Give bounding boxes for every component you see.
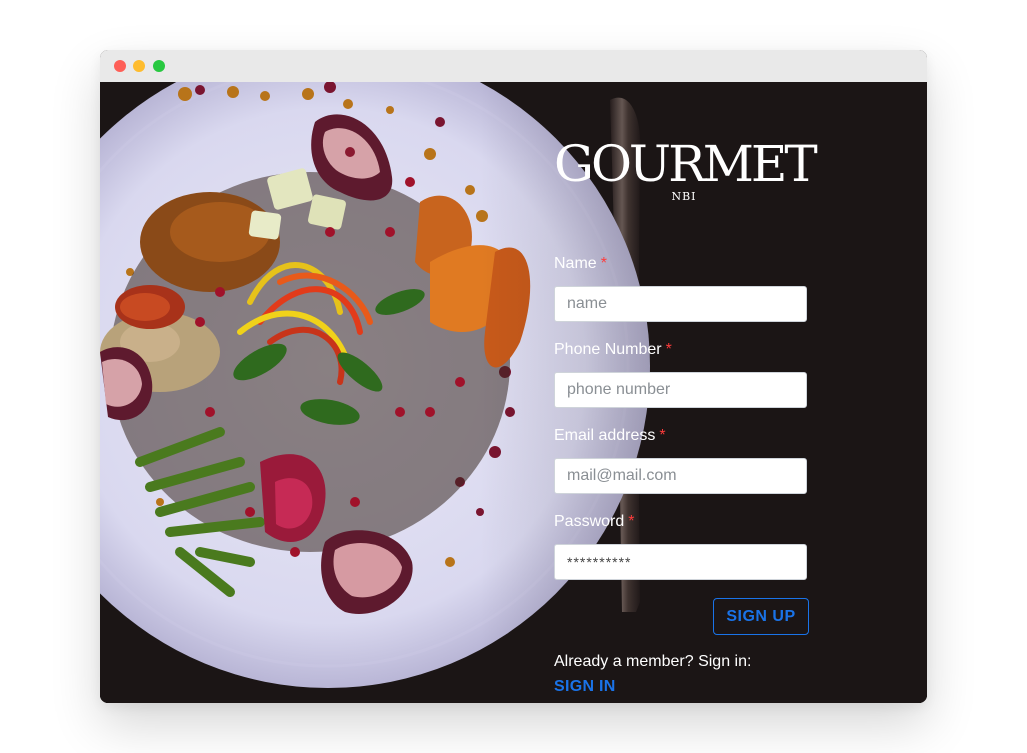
minimize-window-icon[interactable] — [133, 60, 145, 72]
logo-title: GOURMET — [554, 135, 818, 193]
close-window-icon[interactable] — [114, 60, 126, 72]
required-mark: * — [628, 513, 635, 530]
gourmet-logo: GOURMET NBI — [554, 135, 818, 203]
email-label: Email address * — [554, 427, 666, 444]
signup-form: GOURMET NBI Name* Phone Number* Email ad… — [554, 82, 818, 703]
window-titlebar — [100, 50, 927, 82]
password-input[interactable] — [554, 544, 807, 580]
required-mark: * — [600, 255, 607, 272]
password-label: Password * — [554, 513, 635, 530]
sign-in-link[interactable]: SIGN IN — [554, 678, 616, 696]
sign-up-button[interactable]: SIGN UP — [713, 598, 809, 635]
required-mark: * — [659, 427, 666, 444]
already-member-text: Already a member? Sign in: — [554, 653, 752, 670]
page-content: GOURMET NBI Name* Phone Number* Email ad… — [100, 82, 927, 703]
phone-label: Phone Number * — [554, 341, 672, 358]
name-input[interactable] — [554, 286, 807, 322]
phone-input[interactable] — [554, 372, 807, 408]
required-mark: * — [665, 341, 672, 358]
browser-window: GOURMET NBI Name* Phone Number* Email ad… — [100, 50, 927, 703]
maximize-window-icon[interactable] — [153, 60, 165, 72]
email-input[interactable] — [554, 458, 807, 494]
name-label: Name * — [554, 255, 607, 272]
